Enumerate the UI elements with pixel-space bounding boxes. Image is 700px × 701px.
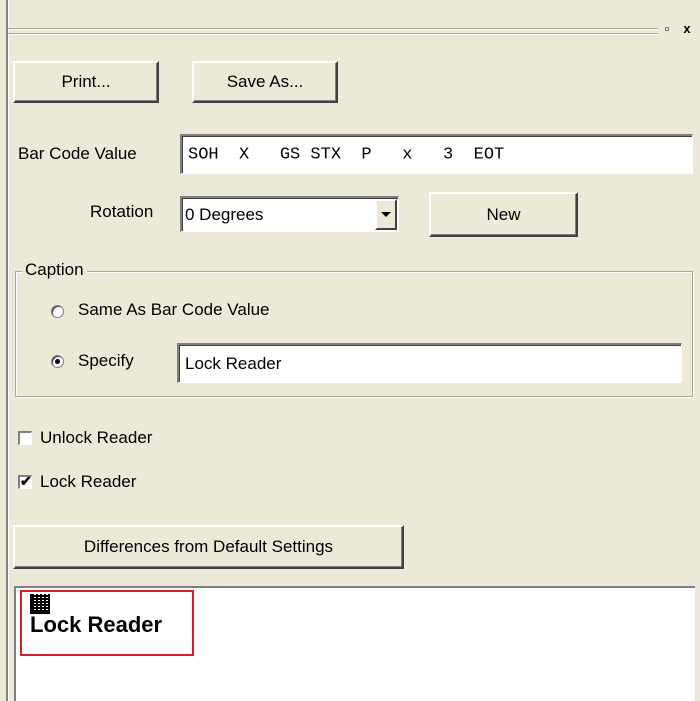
lock-reader-label[interactable]: Lock Reader bbox=[40, 472, 136, 492]
datamatrix-barcode-icon bbox=[30, 594, 50, 614]
restore-icon[interactable]: ▫ bbox=[660, 22, 674, 36]
caption-group-title: Caption bbox=[22, 260, 87, 280]
new-button[interactable]: New bbox=[429, 192, 578, 237]
specify-radio[interactable] bbox=[51, 355, 64, 368]
barcode-value-label: Bar Code Value bbox=[18, 144, 137, 163]
specify-caption-text: Lock Reader bbox=[185, 353, 282, 373]
specify-label[interactable]: Specify bbox=[78, 351, 134, 371]
differences-button-label: Differences from Default Settings bbox=[83, 537, 334, 556]
print-button[interactable]: Print... bbox=[13, 61, 159, 103]
preview-caption: Lock Reader bbox=[30, 612, 163, 637]
save-as-button[interactable]: Save As... bbox=[192, 61, 338, 103]
new-button-label: New bbox=[486, 204, 521, 224]
barcode-value-text: SOH X GS STX P x 3 EOT bbox=[188, 145, 505, 164]
rotation-label: Rotation bbox=[90, 202, 154, 221]
same-as-barcode-label[interactable]: Same As Bar Code Value bbox=[78, 300, 270, 320]
barcode-preview-pane[interactable]: Lock Reader bbox=[14, 586, 695, 701]
close-icon[interactable]: x bbox=[680, 22, 694, 36]
radio-selected-dot bbox=[55, 359, 60, 364]
rotation-selected-value: 0 Degrees bbox=[185, 204, 264, 224]
barcode-value-input[interactable]: SOH X GS STX P x 3 EOT bbox=[180, 134, 693, 174]
lock-reader-checkbox[interactable]: ✔ bbox=[18, 473, 32, 489]
differences-button[interactable]: Differences from Default Settings bbox=[13, 525, 404, 569]
unlock-reader-checkbox[interactable] bbox=[18, 431, 32, 445]
same-as-barcode-radio[interactable] bbox=[51, 305, 64, 318]
unlock-reader-label[interactable]: Unlock Reader bbox=[40, 428, 152, 448]
rotation-select[interactable]: 0 Degrees bbox=[180, 196, 399, 232]
print-button-label: Print... bbox=[61, 72, 111, 91]
save-as-button-label: Save As... bbox=[226, 72, 304, 91]
checkmark-icon: ✔ bbox=[20, 473, 32, 489]
specify-caption-input[interactable]: Lock Reader bbox=[177, 343, 682, 383]
chevron-down-icon[interactable] bbox=[375, 199, 397, 230]
window-left-border bbox=[6, 0, 9, 701]
